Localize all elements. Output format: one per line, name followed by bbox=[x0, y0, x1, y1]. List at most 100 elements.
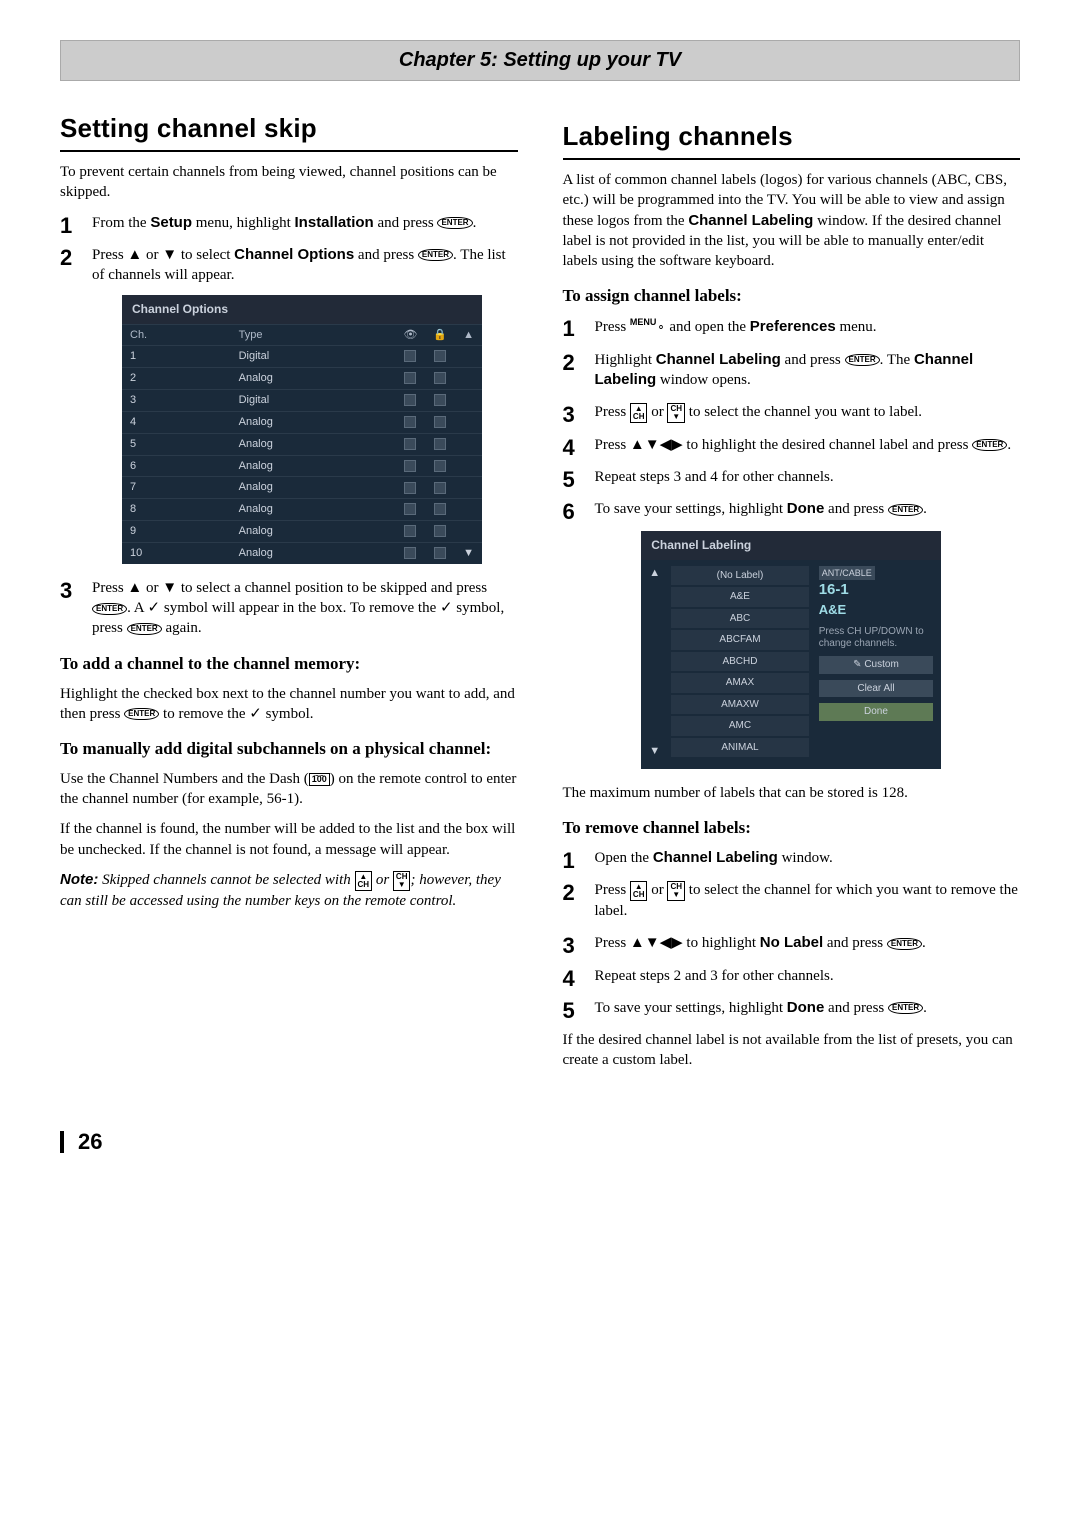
note-label: Note: bbox=[60, 871, 98, 888]
osd2-list-item: AMAX bbox=[671, 673, 808, 693]
add-channel-body: Highlight the checked box next to the ch… bbox=[60, 684, 518, 725]
manual-sub-body2: If the channel is found, the number will… bbox=[60, 819, 518, 860]
cell-ch: 9 bbox=[122, 521, 231, 543]
cell-scroll bbox=[455, 368, 482, 390]
dash-key-icon: 1̄0̄0 bbox=[309, 773, 330, 786]
text: Open the bbox=[595, 850, 653, 866]
text: menu. bbox=[836, 319, 877, 335]
cell-view bbox=[395, 542, 425, 563]
ch-up-key-icon: ▲ CH bbox=[630, 403, 648, 423]
note: Note: Skipped channels cannot be selecte… bbox=[60, 870, 518, 911]
cell-ch: 6 bbox=[122, 455, 231, 477]
text: menu, highlight bbox=[192, 215, 295, 231]
clear-button: Clear All bbox=[819, 680, 934, 698]
enter-icon: ENTER bbox=[92, 603, 127, 615]
text: and press bbox=[824, 501, 888, 517]
text: Press ▲▼◀▶ to highlight bbox=[595, 935, 760, 951]
cell-ch: 10 bbox=[122, 542, 231, 563]
cell-lock bbox=[425, 411, 455, 433]
cell-scroll bbox=[455, 346, 482, 368]
text: or bbox=[647, 882, 667, 898]
text: Press bbox=[595, 319, 630, 335]
osd2-list-item: ABCHD bbox=[671, 652, 808, 672]
text: and press bbox=[824, 1000, 888, 1016]
col-type: Type bbox=[231, 324, 396, 346]
osd-row: 6Analog bbox=[122, 455, 482, 477]
cell-type: Digital bbox=[231, 390, 396, 412]
osd-row: 3Digital bbox=[122, 390, 482, 412]
bold: Preferences bbox=[750, 318, 836, 335]
text: and press bbox=[781, 352, 845, 368]
text: and press bbox=[823, 935, 887, 951]
assign-steps: Press MENU⚬ and open the Preferences men… bbox=[563, 316, 1021, 519]
osd2-side-panel: ANT/CABLE 16-1 A&E Press CH UP/DOWN to c… bbox=[819, 566, 934, 760]
cell-scroll bbox=[455, 433, 482, 455]
bold: Done bbox=[787, 500, 825, 517]
ch-down-key-icon: CH ▼ bbox=[667, 403, 685, 423]
intro-labeling: A list of common channel labels (logos) … bbox=[563, 170, 1021, 271]
cell-type: Analog bbox=[231, 499, 396, 521]
cell-scroll bbox=[455, 455, 482, 477]
osd2-list-item: ABC bbox=[671, 609, 808, 629]
osd2-list-item: ANIMAL bbox=[671, 738, 808, 758]
enter-icon: ENTER bbox=[888, 1002, 923, 1014]
text: window. bbox=[778, 850, 833, 866]
two-column-layout: Setting channel skip To prevent certain … bbox=[60, 111, 1020, 1081]
text: to select the channel you want to label. bbox=[685, 404, 922, 420]
cell-lock bbox=[425, 368, 455, 390]
hint-text: Press CH UP/DOWN to change channels. bbox=[819, 626, 934, 650]
osd-row: 5Analog bbox=[122, 433, 482, 455]
channel-number: 16-1 bbox=[819, 580, 934, 600]
done-button: Done bbox=[819, 703, 934, 721]
cell-view bbox=[395, 346, 425, 368]
cell-ch: 4 bbox=[122, 411, 231, 433]
cell-type: Analog bbox=[231, 477, 396, 499]
channel-labeling-osd: Channel Labeling ▲▼ (No Label)A&EABCABCF… bbox=[641, 531, 941, 769]
channel-options-osd: Channel Options Ch. Type 👁 🔒 ▲ 1Digital2… bbox=[122, 295, 482, 563]
text: and open the bbox=[666, 319, 750, 335]
remove-step-5: To save your settings, highlight Done an… bbox=[563, 998, 1021, 1018]
cell-view bbox=[395, 390, 425, 412]
remove-step-3: Press ▲▼◀▶ to highlight No Label and pre… bbox=[563, 933, 1021, 953]
osd2-list-item: AMC bbox=[671, 716, 808, 736]
cell-type: Analog bbox=[231, 368, 396, 390]
enter-icon: ENTER bbox=[127, 623, 162, 635]
cell-view bbox=[395, 411, 425, 433]
cell-lock bbox=[425, 542, 455, 563]
text: again. bbox=[162, 620, 202, 636]
cell-ch: 8 bbox=[122, 499, 231, 521]
cell-view bbox=[395, 477, 425, 499]
assign-step-1: Press MENU⚬ and open the Preferences men… bbox=[563, 316, 1021, 337]
page-number: 26 bbox=[60, 1131, 1020, 1153]
osd2-label-list: (No Label)A&EABCABCFAMABCHDAMAXAMAXWAMCA… bbox=[671, 566, 808, 760]
skip-step-3: Press ▲ or ▼ to select a channel positio… bbox=[60, 578, 518, 639]
bold: Done bbox=[787, 999, 825, 1016]
cell-lock bbox=[425, 390, 455, 412]
text: window opens. bbox=[656, 372, 751, 388]
text: . The bbox=[880, 352, 914, 368]
text: Press ▲ or ▼ to select a channel positio… bbox=[92, 580, 487, 596]
cell-ch: 3 bbox=[122, 390, 231, 412]
text: To save your settings, highlight bbox=[595, 1000, 787, 1016]
cell-lock bbox=[425, 521, 455, 543]
osd-row: 2Analog bbox=[122, 368, 482, 390]
assign-step-4: Press ▲▼◀▶ to highlight the desired chan… bbox=[563, 435, 1021, 455]
cell-scroll bbox=[455, 390, 482, 412]
osd2-list-item: AMAXW bbox=[671, 695, 808, 715]
lock-icon: 🔒 bbox=[425, 324, 455, 346]
osd-row: 1Digital bbox=[122, 346, 482, 368]
cell-lock bbox=[425, 499, 455, 521]
label: Custom bbox=[864, 659, 898, 670]
cell-ch: 7 bbox=[122, 477, 231, 499]
bold: Channel Labeling bbox=[688, 212, 813, 229]
scroll-up-icon: ▲ bbox=[455, 324, 482, 346]
tail-note: If the desired channel label is not avai… bbox=[563, 1030, 1021, 1071]
text: From the bbox=[92, 215, 150, 231]
note-text: or bbox=[372, 872, 393, 888]
osd2-list-item: A&E bbox=[671, 587, 808, 607]
bold: Channel Options bbox=[234, 246, 354, 263]
cell-lock bbox=[425, 433, 455, 455]
cell-scroll bbox=[455, 411, 482, 433]
assign-step-3: Press ▲ CH or CH ▼ to select the channel… bbox=[563, 402, 1021, 423]
bold: Channel Labeling bbox=[653, 849, 778, 866]
